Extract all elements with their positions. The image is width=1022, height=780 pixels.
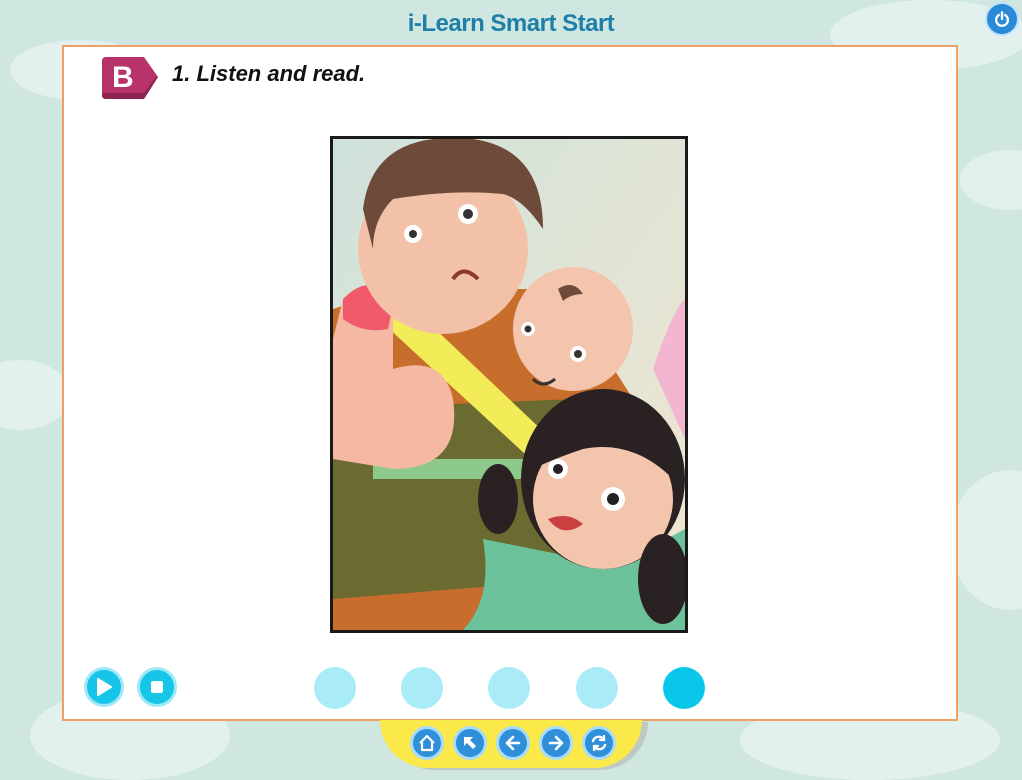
- forward-arrow-icon: [548, 735, 564, 751]
- play-button[interactable]: [84, 667, 124, 707]
- instruction-text: 1. Listen and read.: [172, 61, 366, 86]
- power-button[interactable]: [985, 2, 1019, 36]
- background-cloud: [950, 470, 1022, 610]
- menu-button[interactable]: [453, 726, 487, 760]
- page-dot-active[interactable]: [663, 667, 705, 709]
- family-illustration: [330, 136, 688, 633]
- refresh-button[interactable]: [582, 726, 616, 760]
- home-button[interactable]: [410, 726, 444, 760]
- background-cloud: [960, 150, 1022, 210]
- page-dot[interactable]: [314, 667, 356, 709]
- bottom-navigation: [380, 720, 642, 768]
- page-dot[interactable]: [576, 667, 618, 709]
- back-arrow-icon: [505, 735, 521, 751]
- refresh-icon: [591, 734, 607, 752]
- page-dot[interactable]: [401, 667, 443, 709]
- play-icon: [97, 678, 112, 696]
- section-badge-letter: B: [112, 61, 134, 94]
- stop-button[interactable]: [137, 667, 177, 707]
- power-icon: [994, 11, 1010, 27]
- page-dot[interactable]: [488, 667, 530, 709]
- up-left-arrow-icon: [464, 737, 476, 749]
- back-button[interactable]: [496, 726, 530, 760]
- home-icon: [419, 734, 435, 752]
- section-badge: B: [100, 57, 160, 99]
- stop-icon: [151, 681, 163, 693]
- family-illustration-art: [333, 139, 685, 630]
- background-cloud: [0, 360, 70, 430]
- lesson-panel: B 1. Listen and read.: [62, 45, 958, 721]
- app-title: i-Learn Smart Start: [407, 10, 615, 37]
- forward-button[interactable]: [539, 726, 573, 760]
